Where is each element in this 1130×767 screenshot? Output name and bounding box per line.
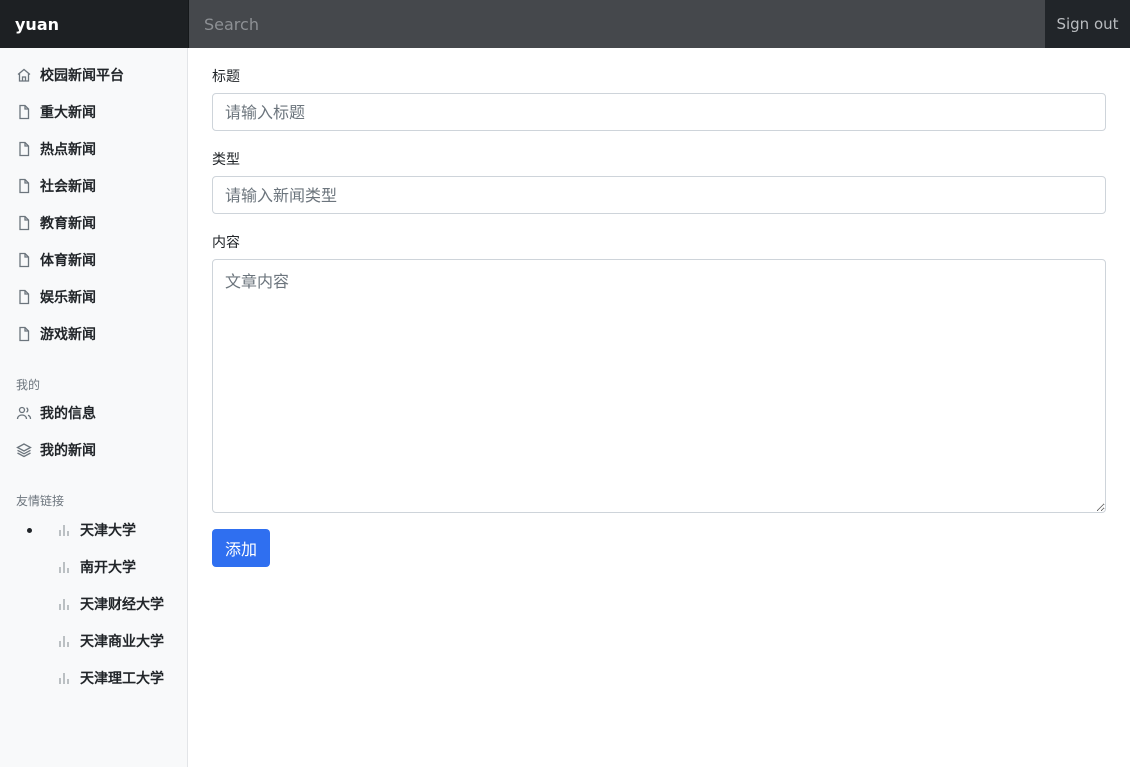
sidebar-item-sports-news[interactable]: 体育新闻 [16,249,96,271]
link-item-label: 天津大学 [80,523,136,539]
search-input[interactable] [189,0,1045,48]
bar-chart-icon [56,522,72,538]
content-textarea[interactable] [212,259,1106,513]
add-button[interactable]: 添加 [212,529,270,567]
link-item-tianjin-university[interactable]: 天津大学 [56,519,136,541]
title-input[interactable] [212,93,1106,131]
link-item-tianjin-tech-university[interactable]: 天津理工大学 [56,667,164,689]
file-icon [16,215,32,231]
link-item-label: 天津财经大学 [80,597,164,613]
link-item-label: 南开大学 [80,560,136,576]
type-label: 类型 [212,152,240,168]
sidebar-item-education-news[interactable]: 教育新闻 [16,212,96,234]
content-label: 内容 [212,235,240,251]
users-icon [16,405,32,421]
sidebar-item-my-news[interactable]: 我的新闻 [16,439,96,461]
sidebar-item-social-news[interactable]: 社会新闻 [16,175,96,197]
bar-chart-icon [56,633,72,649]
sidebar-item-entertainment-news[interactable]: 娱乐新闻 [16,286,96,308]
link-item-tianjin-finance-university[interactable]: 天津财经大学 [56,593,164,615]
section-heading-mine: 我的 [16,378,41,392]
sidebar-item-label: 我的新闻 [40,443,96,459]
sidebar-item-label: 社会新闻 [40,179,96,195]
bar-chart-icon [56,670,72,686]
file-icon [16,252,32,268]
layers-icon [16,442,32,458]
sidebar: 校园新闻平台 重大新闻 热点新闻 社会新闻 教育新闻 体育新闻 娱乐新闻 游戏新… [0,48,188,767]
bar-chart-icon [56,596,72,612]
sidebar-item-label: 体育新闻 [40,253,96,269]
link-item-nankai-university[interactable]: 南开大学 [56,556,136,578]
link-item-tianjin-commerce-university[interactable]: 天津商业大学 [56,630,164,652]
sidebar-item-label: 教育新闻 [40,216,96,232]
home-icon [16,67,32,83]
sidebar-item-major-news[interactable]: 重大新闻 [16,101,96,123]
file-icon [16,289,32,305]
bar-chart-icon [56,559,72,575]
top-navbar: yuan Sign out [0,0,1130,48]
sign-out-link[interactable]: Sign out [1045,0,1130,48]
file-icon [16,141,32,157]
file-icon [16,104,32,120]
sidebar-item-hot-news[interactable]: 热点新闻 [16,138,96,160]
type-input[interactable] [212,176,1106,214]
sidebar-item-label: 我的信息 [40,406,96,422]
list-bullet [27,528,32,533]
sidebar-item-campus-news[interactable]: 校园新闻平台 [16,64,124,86]
sidebar-item-label: 重大新闻 [40,105,96,121]
file-icon [16,326,32,342]
link-item-label: 天津商业大学 [80,634,164,650]
sidebar-item-game-news[interactable]: 游戏新闻 [16,323,96,345]
sidebar-item-label: 热点新闻 [40,142,96,158]
sidebar-item-my-info[interactable]: 我的信息 [16,402,96,424]
sidebar-item-label: 游戏新闻 [40,327,96,343]
section-heading-links: 友情链接 [16,494,65,508]
link-item-label: 天津理工大学 [80,671,164,687]
sidebar-item-label: 娱乐新闻 [40,290,96,306]
sidebar-item-label: 校园新闻平台 [40,68,124,84]
title-label: 标题 [212,69,240,85]
file-icon [16,178,32,194]
brand-logo[interactable]: yuan [0,0,189,48]
